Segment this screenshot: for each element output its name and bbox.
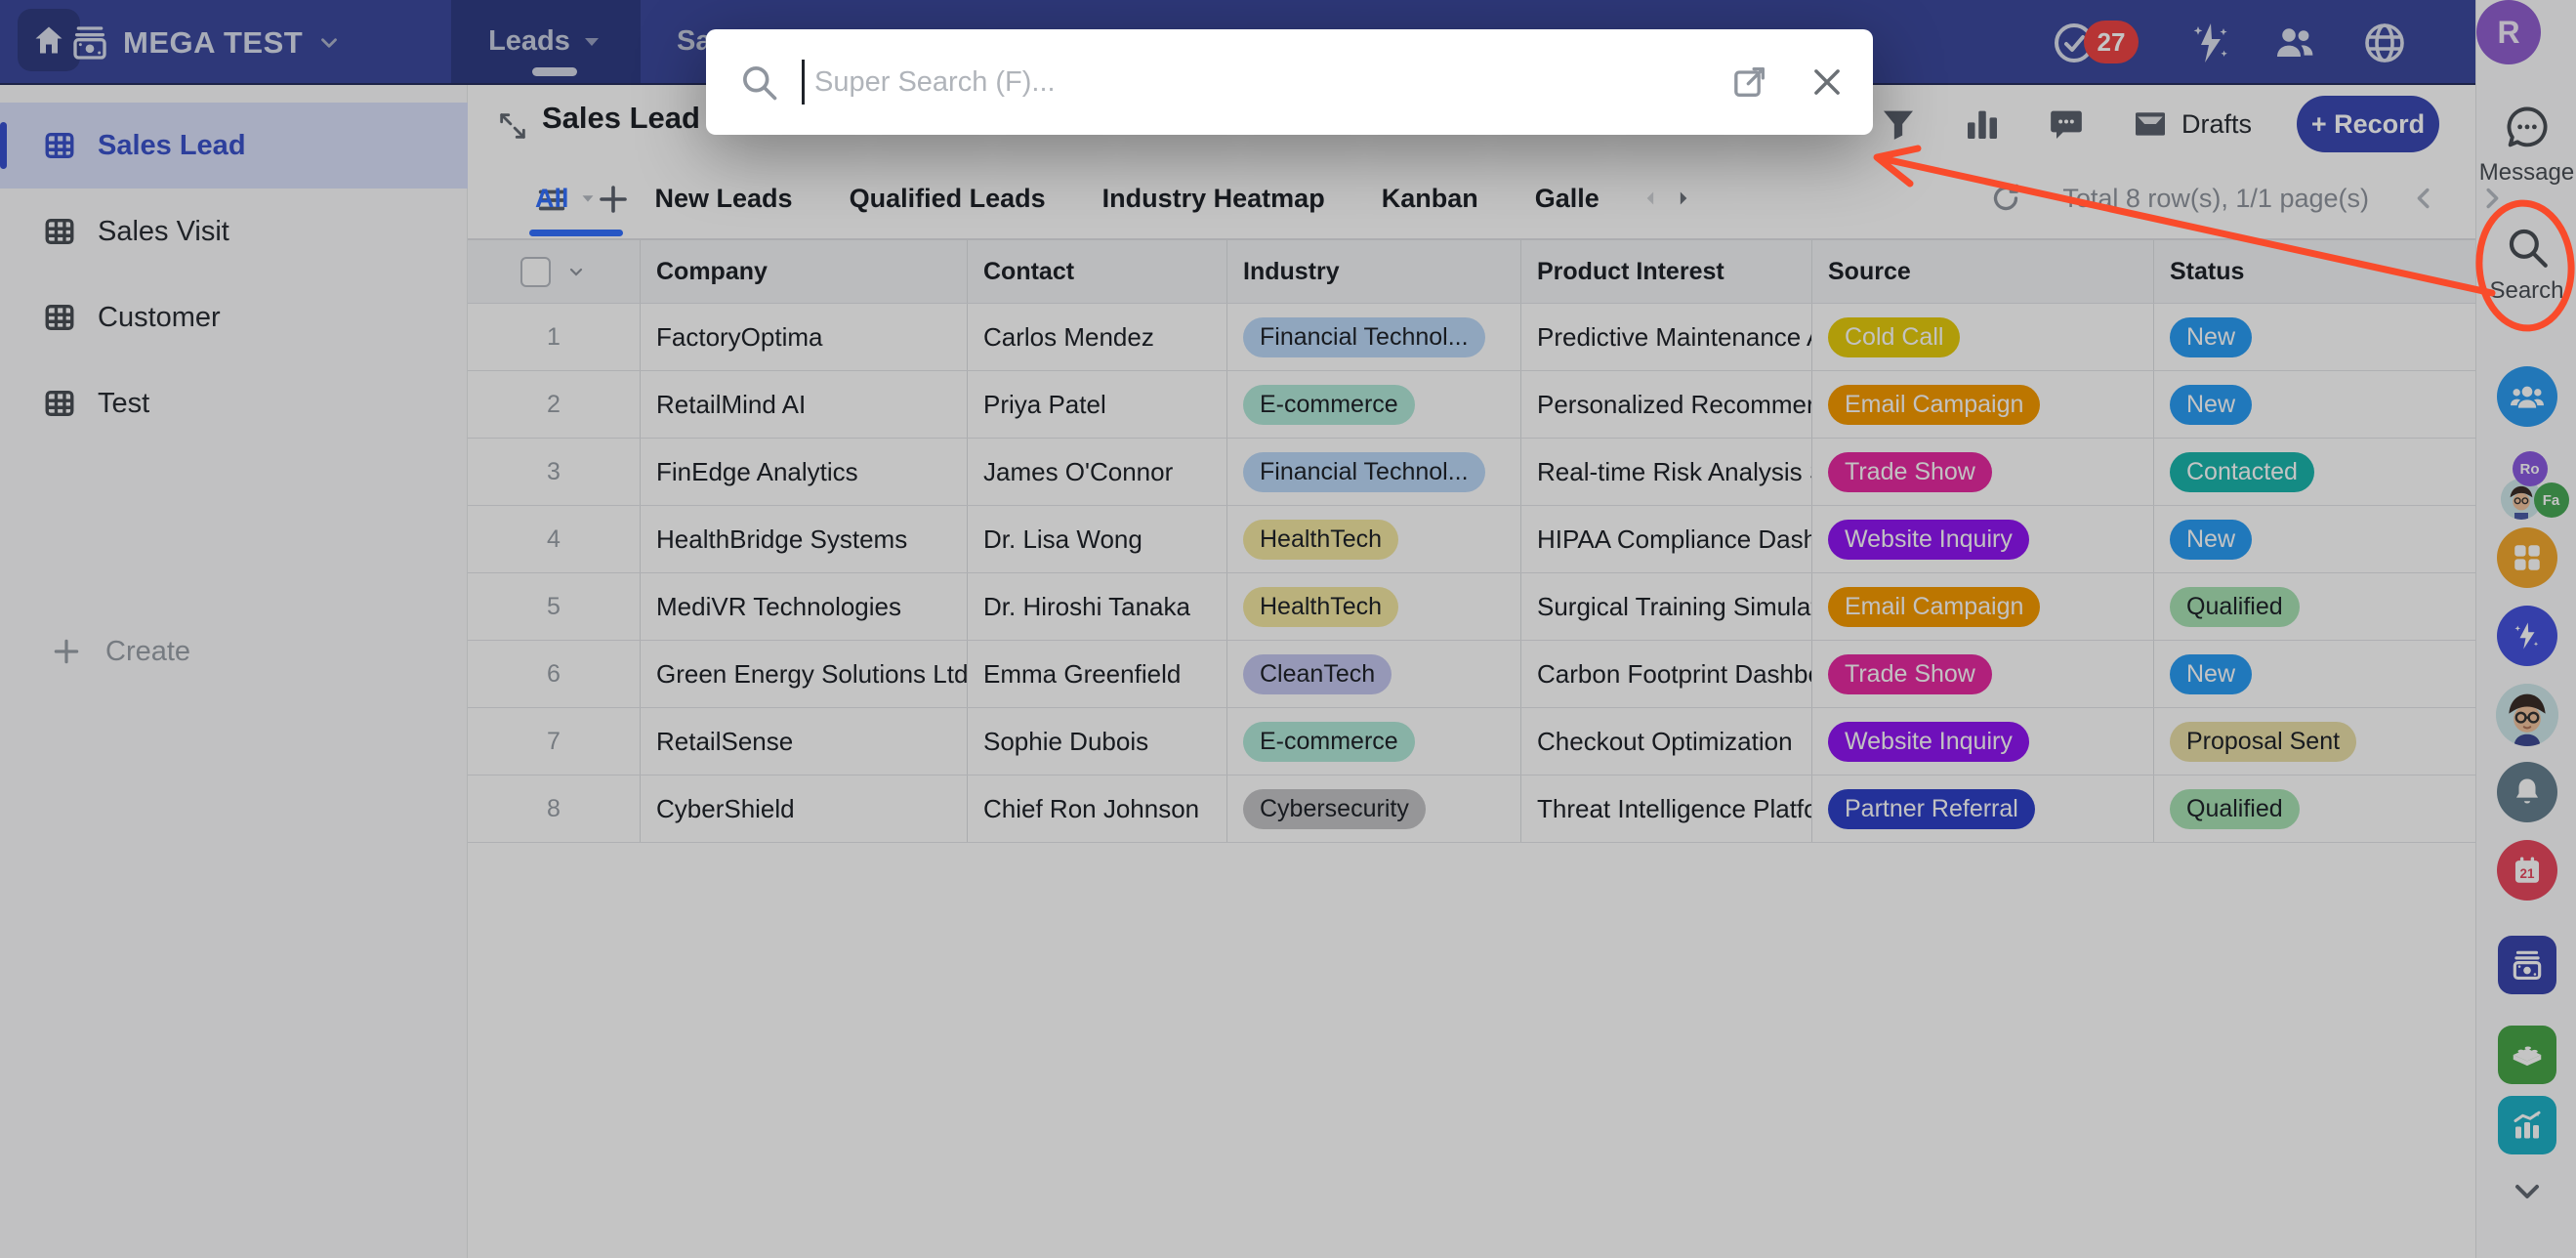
super-search-input[interactable]	[812, 65, 1730, 100]
open-in-new-icon[interactable]	[1730, 63, 1769, 102]
search-icon	[737, 61, 780, 104]
modal-dim-overlay	[0, 0, 2576, 1258]
text-cursor	[802, 60, 805, 105]
close-icon[interactable]	[1808, 63, 1846, 101]
super-search-popup	[706, 29, 1873, 135]
